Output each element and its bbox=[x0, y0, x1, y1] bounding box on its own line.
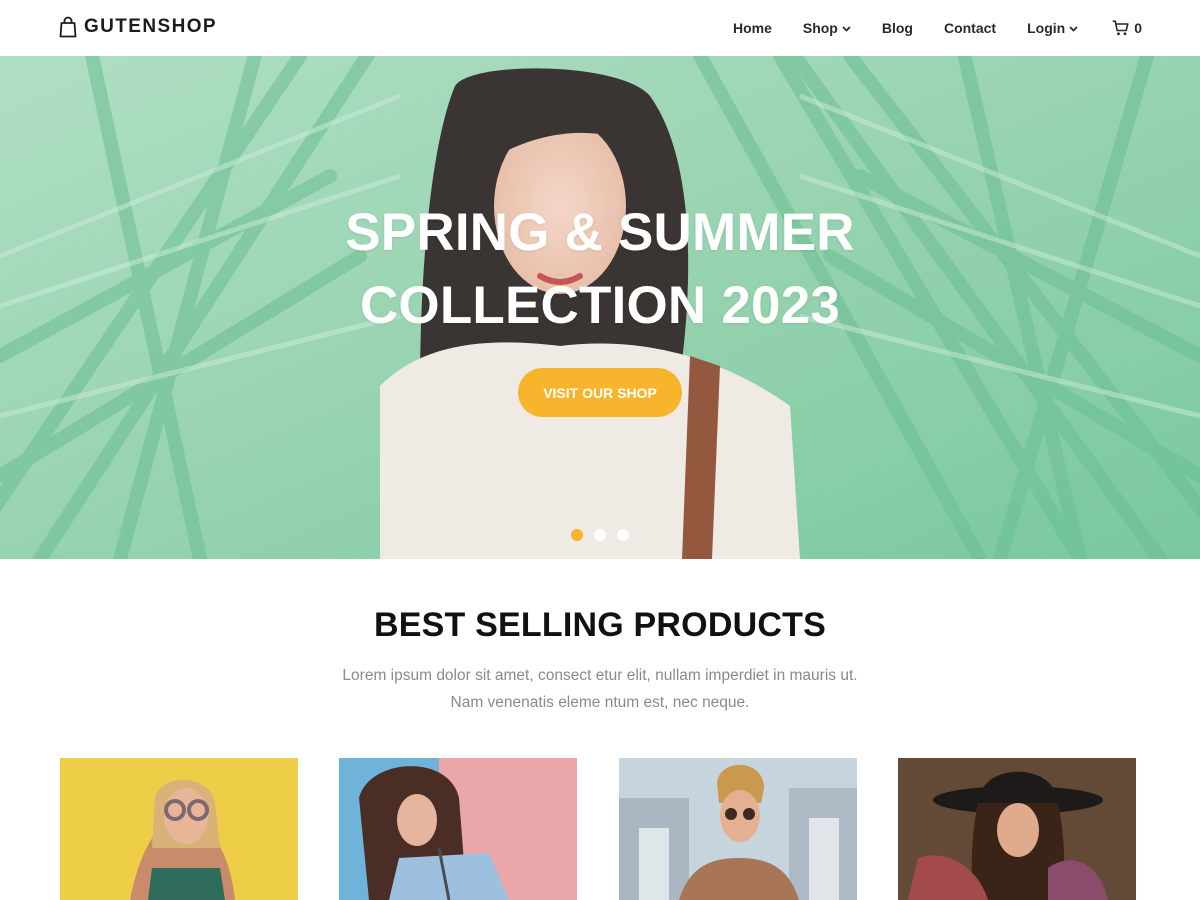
slider-dot-2[interactable] bbox=[594, 529, 606, 541]
section-subtitle-line-2: Nam venenatis eleme ntum est, nec neque. bbox=[450, 694, 750, 711]
nav-login[interactable]: Login bbox=[1027, 20, 1078, 36]
product-card-2[interactable] bbox=[339, 758, 577, 900]
product-image bbox=[60, 758, 298, 900]
nav-contact-label: Contact bbox=[943, 20, 997, 36]
hero-title-line-2: COLLECTION 2023 bbox=[359, 276, 841, 335]
product-image bbox=[619, 758, 857, 900]
hero-title: SPRING & SUMMER COLLECTION 2023 bbox=[0, 196, 1200, 342]
shopping-bag-icon bbox=[59, 16, 77, 38]
product-grid bbox=[60, 758, 1136, 900]
nav-home-label: Home bbox=[732, 20, 772, 36]
site-logo[interactable]: GUTENSHOP bbox=[59, 15, 217, 39]
slider-dot-1[interactable] bbox=[571, 529, 583, 541]
nav-blog[interactable]: Blog bbox=[882, 20, 913, 36]
chevron-down-icon bbox=[1069, 25, 1078, 32]
product-card-4[interactable] bbox=[898, 758, 1136, 900]
product-image bbox=[339, 758, 577, 900]
product-card-1[interactable] bbox=[60, 758, 298, 900]
nav-login-label: Login bbox=[1027, 20, 1066, 36]
main-nav: Home Shop Blog Contact Login 0 bbox=[733, 0, 1142, 56]
hero-title-line-1: SPRING & SUMMER bbox=[345, 203, 855, 262]
hero-slider: SPRING & SUMMER COLLECTION 2023 VISIT OU… bbox=[0, 56, 1200, 559]
site-header: GUTENSHOP Home Shop Blog Contact Login 0 bbox=[0, 0, 1200, 56]
cart-icon bbox=[1113, 20, 1129, 36]
visit-shop-button[interactable]: VISIT OUR SHOP bbox=[518, 368, 682, 417]
section-subtitle: Lorem ipsum dolor sit amet, consect etur… bbox=[300, 662, 900, 716]
cart-count: 0 bbox=[1134, 20, 1142, 36]
section-title: BEST SELLING PRODUCTS bbox=[374, 606, 826, 644]
product-image bbox=[898, 758, 1136, 900]
cart-button[interactable]: 0 bbox=[1112, 20, 1142, 36]
nav-contact[interactable]: Contact bbox=[944, 20, 996, 36]
product-card-3[interactable] bbox=[619, 758, 857, 900]
slider-pagination bbox=[571, 529, 629, 541]
nav-shop-label: Shop bbox=[802, 20, 838, 36]
section-subtitle-line-1: Lorem ipsum dolor sit amet, consect etur… bbox=[342, 667, 858, 684]
nav-home[interactable]: Home bbox=[733, 20, 772, 36]
chevron-down-icon bbox=[842, 25, 851, 32]
nav-blog-label: Blog bbox=[881, 20, 913, 36]
logo-text: GUTENSHOP bbox=[84, 16, 217, 37]
nav-shop[interactable]: Shop bbox=[803, 20, 851, 36]
slider-dot-3[interactable] bbox=[617, 529, 629, 541]
